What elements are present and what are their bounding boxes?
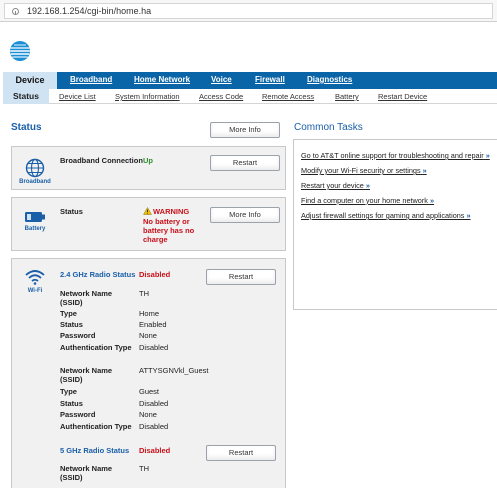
chevron-right-icon: » <box>365 181 370 190</box>
radio-5-value: Disabled <box>139 446 171 455</box>
main-nav: Device Broadband Home Network Voice Fire… <box>3 72 497 89</box>
radio-24-restart-button[interactable]: Restart <box>206 269 276 285</box>
broadband-icon-label: Broadband <box>19 179 51 185</box>
task-wifi-settings-text[interactable]: Modify your Wi-Fi security or settings <box>301 166 421 175</box>
battery-message: No battery or battery has no charge <box>143 217 195 244</box>
battery-icon-label: Battery <box>24 226 46 232</box>
nav-firewall[interactable]: Firewall <box>255 75 285 84</box>
battery-icon <box>25 212 45 222</box>
radio-24-label: 2.4 GHz Radio Status <box>60 270 136 279</box>
nav-device[interactable]: Device <box>3 72 57 89</box>
subnav-remote-access[interactable]: Remote Access <box>262 92 314 101</box>
net1-password-label: Password <box>60 331 96 340</box>
url-field[interactable]: 192.168.1.254/cgi-bin/home.ha <box>4 3 493 19</box>
battery-panel: Battery Status WARNING No battery or bat… <box>11 197 286 251</box>
wifi-icon-label: Wi-Fi <box>27 288 43 294</box>
radio-5-restart-button[interactable]: Restart <box>206 445 276 461</box>
broadband-restart-button[interactable]: Restart <box>210 155 280 171</box>
task-restart-device-link[interactable]: Restart your device » <box>301 181 370 190</box>
battery-warning: WARNING <box>153 207 190 216</box>
net3-ssid-label: Network Name (SSID) <box>60 464 113 482</box>
net1-password-value: None <box>139 331 157 340</box>
net2-ssid-value: ATTYSGNVkl_Guest <box>139 366 209 375</box>
net1-auth-label: Authentication Type <box>60 343 132 352</box>
subnav-device-list[interactable]: Device List <box>59 92 96 101</box>
net2-type-value: Guest <box>139 387 160 396</box>
radio-24-value: Disabled <box>139 270 171 279</box>
net1-status-label: Status <box>60 320 83 329</box>
net1-status-value: Enabled <box>139 320 167 329</box>
net2-status-value: Disabled <box>139 399 169 408</box>
task-firewall-text[interactable]: Adjust firewall settings for gaming and … <box>301 211 464 220</box>
task-wifi-settings-link[interactable]: Modify your Wi-Fi security or settings » <box>301 166 427 175</box>
net2-auth-value: Disabled <box>139 422 169 431</box>
net1-ssid-value: TH <box>139 289 149 298</box>
net2-status-label: Status <box>60 399 83 408</box>
more-info-button[interactable]: More Info <box>210 122 280 138</box>
broadband-connection-value: Up <box>143 156 153 165</box>
wifi-panel: Wi-Fi 2.4 GHz Radio Status Disabled Rest… <box>11 258 286 488</box>
task-find-computer-link[interactable]: Find a computer on your home network » <box>301 196 434 205</box>
task-firewall-link[interactable]: Adjust firewall settings for gaming and … <box>301 211 471 220</box>
radio-5-label: 5 GHz Radio Status <box>60 446 130 455</box>
wifi-icon <box>25 270 45 285</box>
nav-broadband[interactable]: Broadband <box>70 75 112 84</box>
task-att-support-link[interactable]: Go to AT&T online support for troublesho… <box>301 151 490 160</box>
net3-ssid-value: TH <box>139 464 149 473</box>
chevron-right-icon: » <box>422 166 427 175</box>
broadband-connection-label: Broadband Connection <box>60 156 143 165</box>
net1-auth-value: Disabled <box>139 343 169 352</box>
chevron-right-icon: » <box>485 151 490 160</box>
chevron-right-icon: » <box>429 196 435 205</box>
status-heading: Status <box>11 122 42 133</box>
net2-auth-label: Authentication Type <box>60 422 132 431</box>
subnav-restart-device[interactable]: Restart Device <box>378 92 427 101</box>
nav-home-network[interactable]: Home Network <box>134 75 190 84</box>
warning-icon <box>143 207 152 215</box>
att-logo <box>10 41 30 61</box>
net1-type-label: Type <box>60 309 77 318</box>
net2-password-label: Password <box>60 410 96 419</box>
subnav-status[interactable]: Status <box>3 89 49 104</box>
battery-more-info-button[interactable]: More Info <box>210 207 280 223</box>
subnav-access-code[interactable]: Access Code <box>199 92 243 101</box>
common-tasks-panel: Go to AT&T online support for troublesho… <box>293 139 497 310</box>
task-find-computer-text[interactable]: Find a computer on your home network <box>301 196 428 205</box>
battery-status-label: Status <box>60 207 83 216</box>
net2-password-value: None <box>139 410 157 419</box>
url-text[interactable]: 192.168.1.254/cgi-bin/home.ha <box>27 6 151 16</box>
nav-voice[interactable]: Voice <box>211 75 232 84</box>
info-icon[interactable] <box>12 8 19 15</box>
task-att-support-text[interactable]: Go to AT&T online support for troublesho… <box>301 151 484 160</box>
net2-type-label: Type <box>60 387 77 396</box>
chevron-right-icon: » <box>466 211 471 220</box>
sub-nav: Status Device List System Information Ac… <box>3 89 497 104</box>
browser-address-bar: 192.168.1.254/cgi-bin/home.ha <box>0 0 497 22</box>
common-tasks-heading: Common Tasks <box>294 122 363 133</box>
subnav-system-information[interactable]: System Information <box>115 92 180 101</box>
net1-ssid-label: Network Name (SSID) <box>60 289 113 307</box>
globe-icon <box>25 158 45 178</box>
net1-type-value: Home <box>139 309 160 318</box>
subnav-battery[interactable]: Battery <box>335 92 359 101</box>
task-restart-device-text[interactable]: Restart your device <box>301 181 364 190</box>
nav-diagnostics[interactable]: Diagnostics <box>307 75 352 84</box>
net2-ssid-label: Network Name (SSID) <box>60 366 113 384</box>
broadband-panel: Broadband Broadband Connection Up Restar… <box>11 146 286 190</box>
